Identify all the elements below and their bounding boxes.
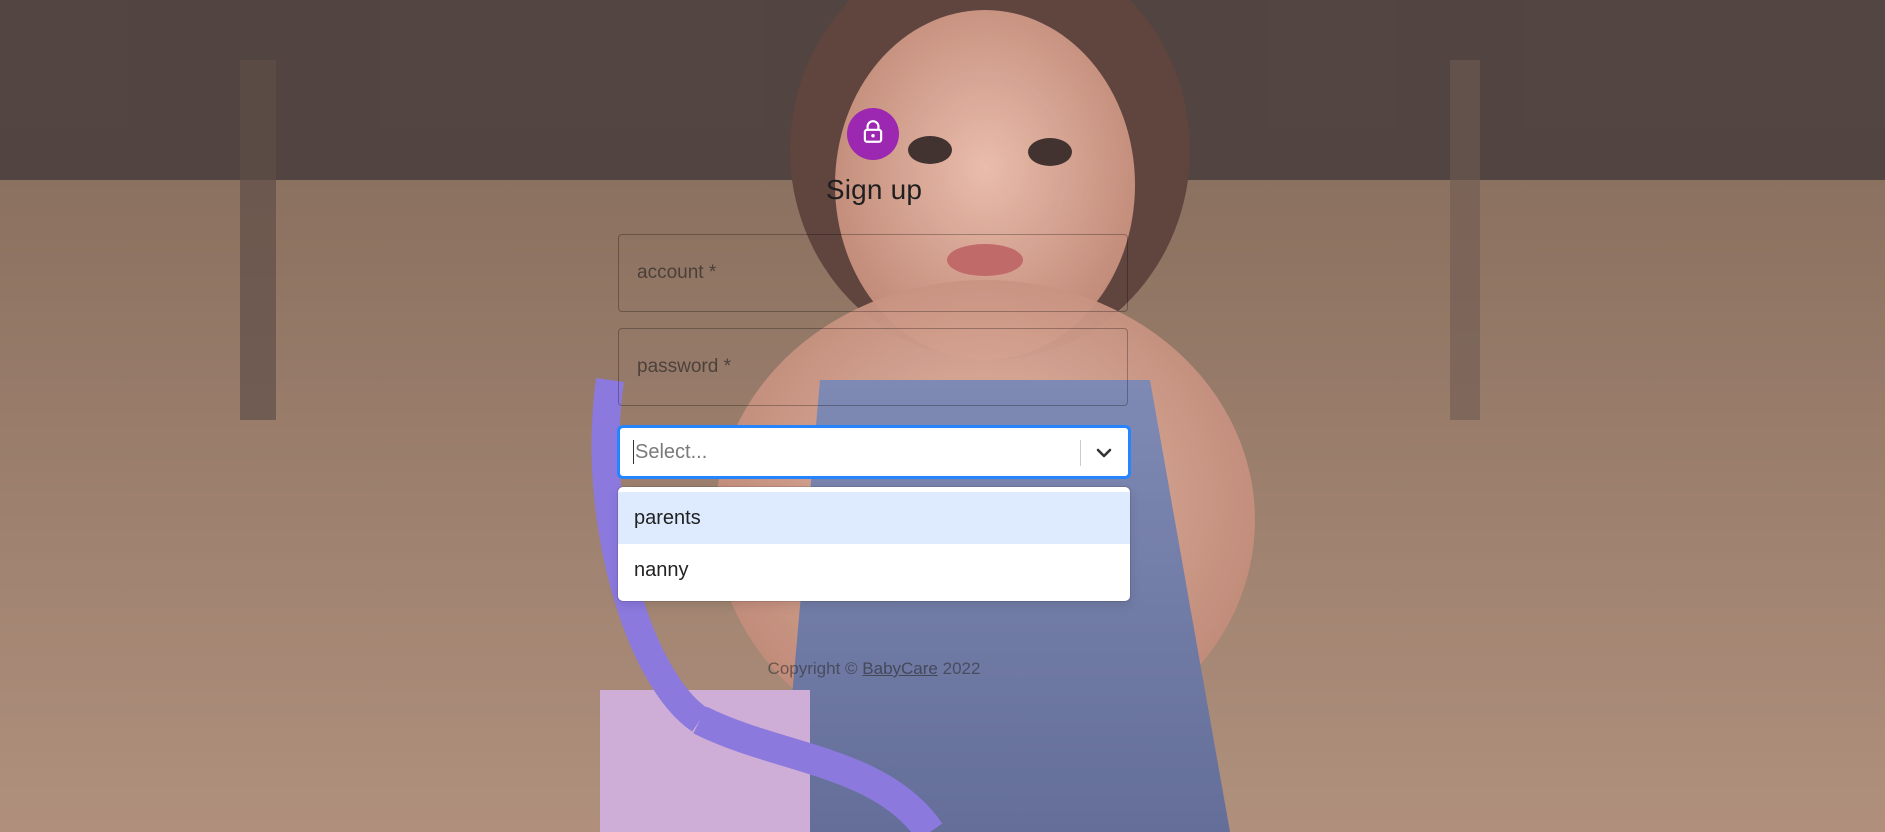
role-select-placeholder: Select... [635,441,708,463]
password-field[interactable]: password * [618,328,1128,406]
chevron-down-icon[interactable] [1090,439,1118,467]
lock-icon [860,119,886,150]
password-label: password * [637,356,731,377]
lock-avatar [847,108,899,160]
account-field[interactable]: account * [618,234,1128,312]
role-select-menu: parents nanny [618,487,1130,601]
signup-page: Sign up account * password * Select... p… [0,0,1885,832]
option-parents[interactable]: parents [618,492,1130,544]
page-title: Sign up [825,174,923,205]
copyright-footer: Copyright © BabyCare 2022 [618,659,1130,679]
text-cursor [633,440,634,464]
babycare-link[interactable]: BabyCare [862,659,938,678]
option-nanny[interactable]: nanny [618,544,1130,596]
account-label: account * [637,262,717,283]
role-select[interactable]: Select... [618,426,1130,478]
indicator-separator [1080,440,1081,466]
copyright-year: 2022 [937,659,981,678]
copyright-prefix: Copyright © [767,659,863,678]
background-overlay [0,0,1885,832]
